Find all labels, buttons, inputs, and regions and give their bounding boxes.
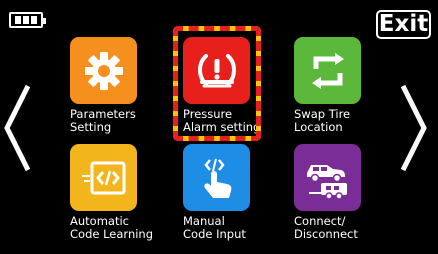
tile-label: Swap Tire Location <box>294 107 351 134</box>
tile-label: Connect/ Disconnect <box>294 214 358 241</box>
screen: Exit Parameters Setting Pressure Alarm s… <box>0 0 438 253</box>
car-trailer-icon <box>294 144 361 211</box>
battery-icon <box>9 12 46 28</box>
code-learning-icon <box>70 144 137 211</box>
selection-highlight-dash <box>173 26 261 141</box>
tile-label: Manual Code Input <box>183 214 246 241</box>
swap-arrows-icon <box>294 37 361 104</box>
tile-label: Parameters Setting <box>70 107 136 134</box>
gear-icon <box>70 37 137 104</box>
tile-parameters-setting[interactable]: Parameters Setting <box>70 37 182 147</box>
chevron-left-icon[interactable] <box>2 82 32 174</box>
hand-tap-icon <box>183 144 250 211</box>
exit-button[interactable]: Exit <box>376 10 431 39</box>
tile-swap-tire-location[interactable]: Swap Tire Location <box>294 37 406 147</box>
tile-label: Automatic Code Learning <box>70 214 154 241</box>
tile-connect-disconnect[interactable]: Connect/ Disconnect <box>294 144 406 254</box>
tile-manual-code-input[interactable]: Manual Code Input <box>183 144 295 254</box>
tile-automatic-code-learning[interactable]: Automatic Code Learning <box>70 144 182 254</box>
